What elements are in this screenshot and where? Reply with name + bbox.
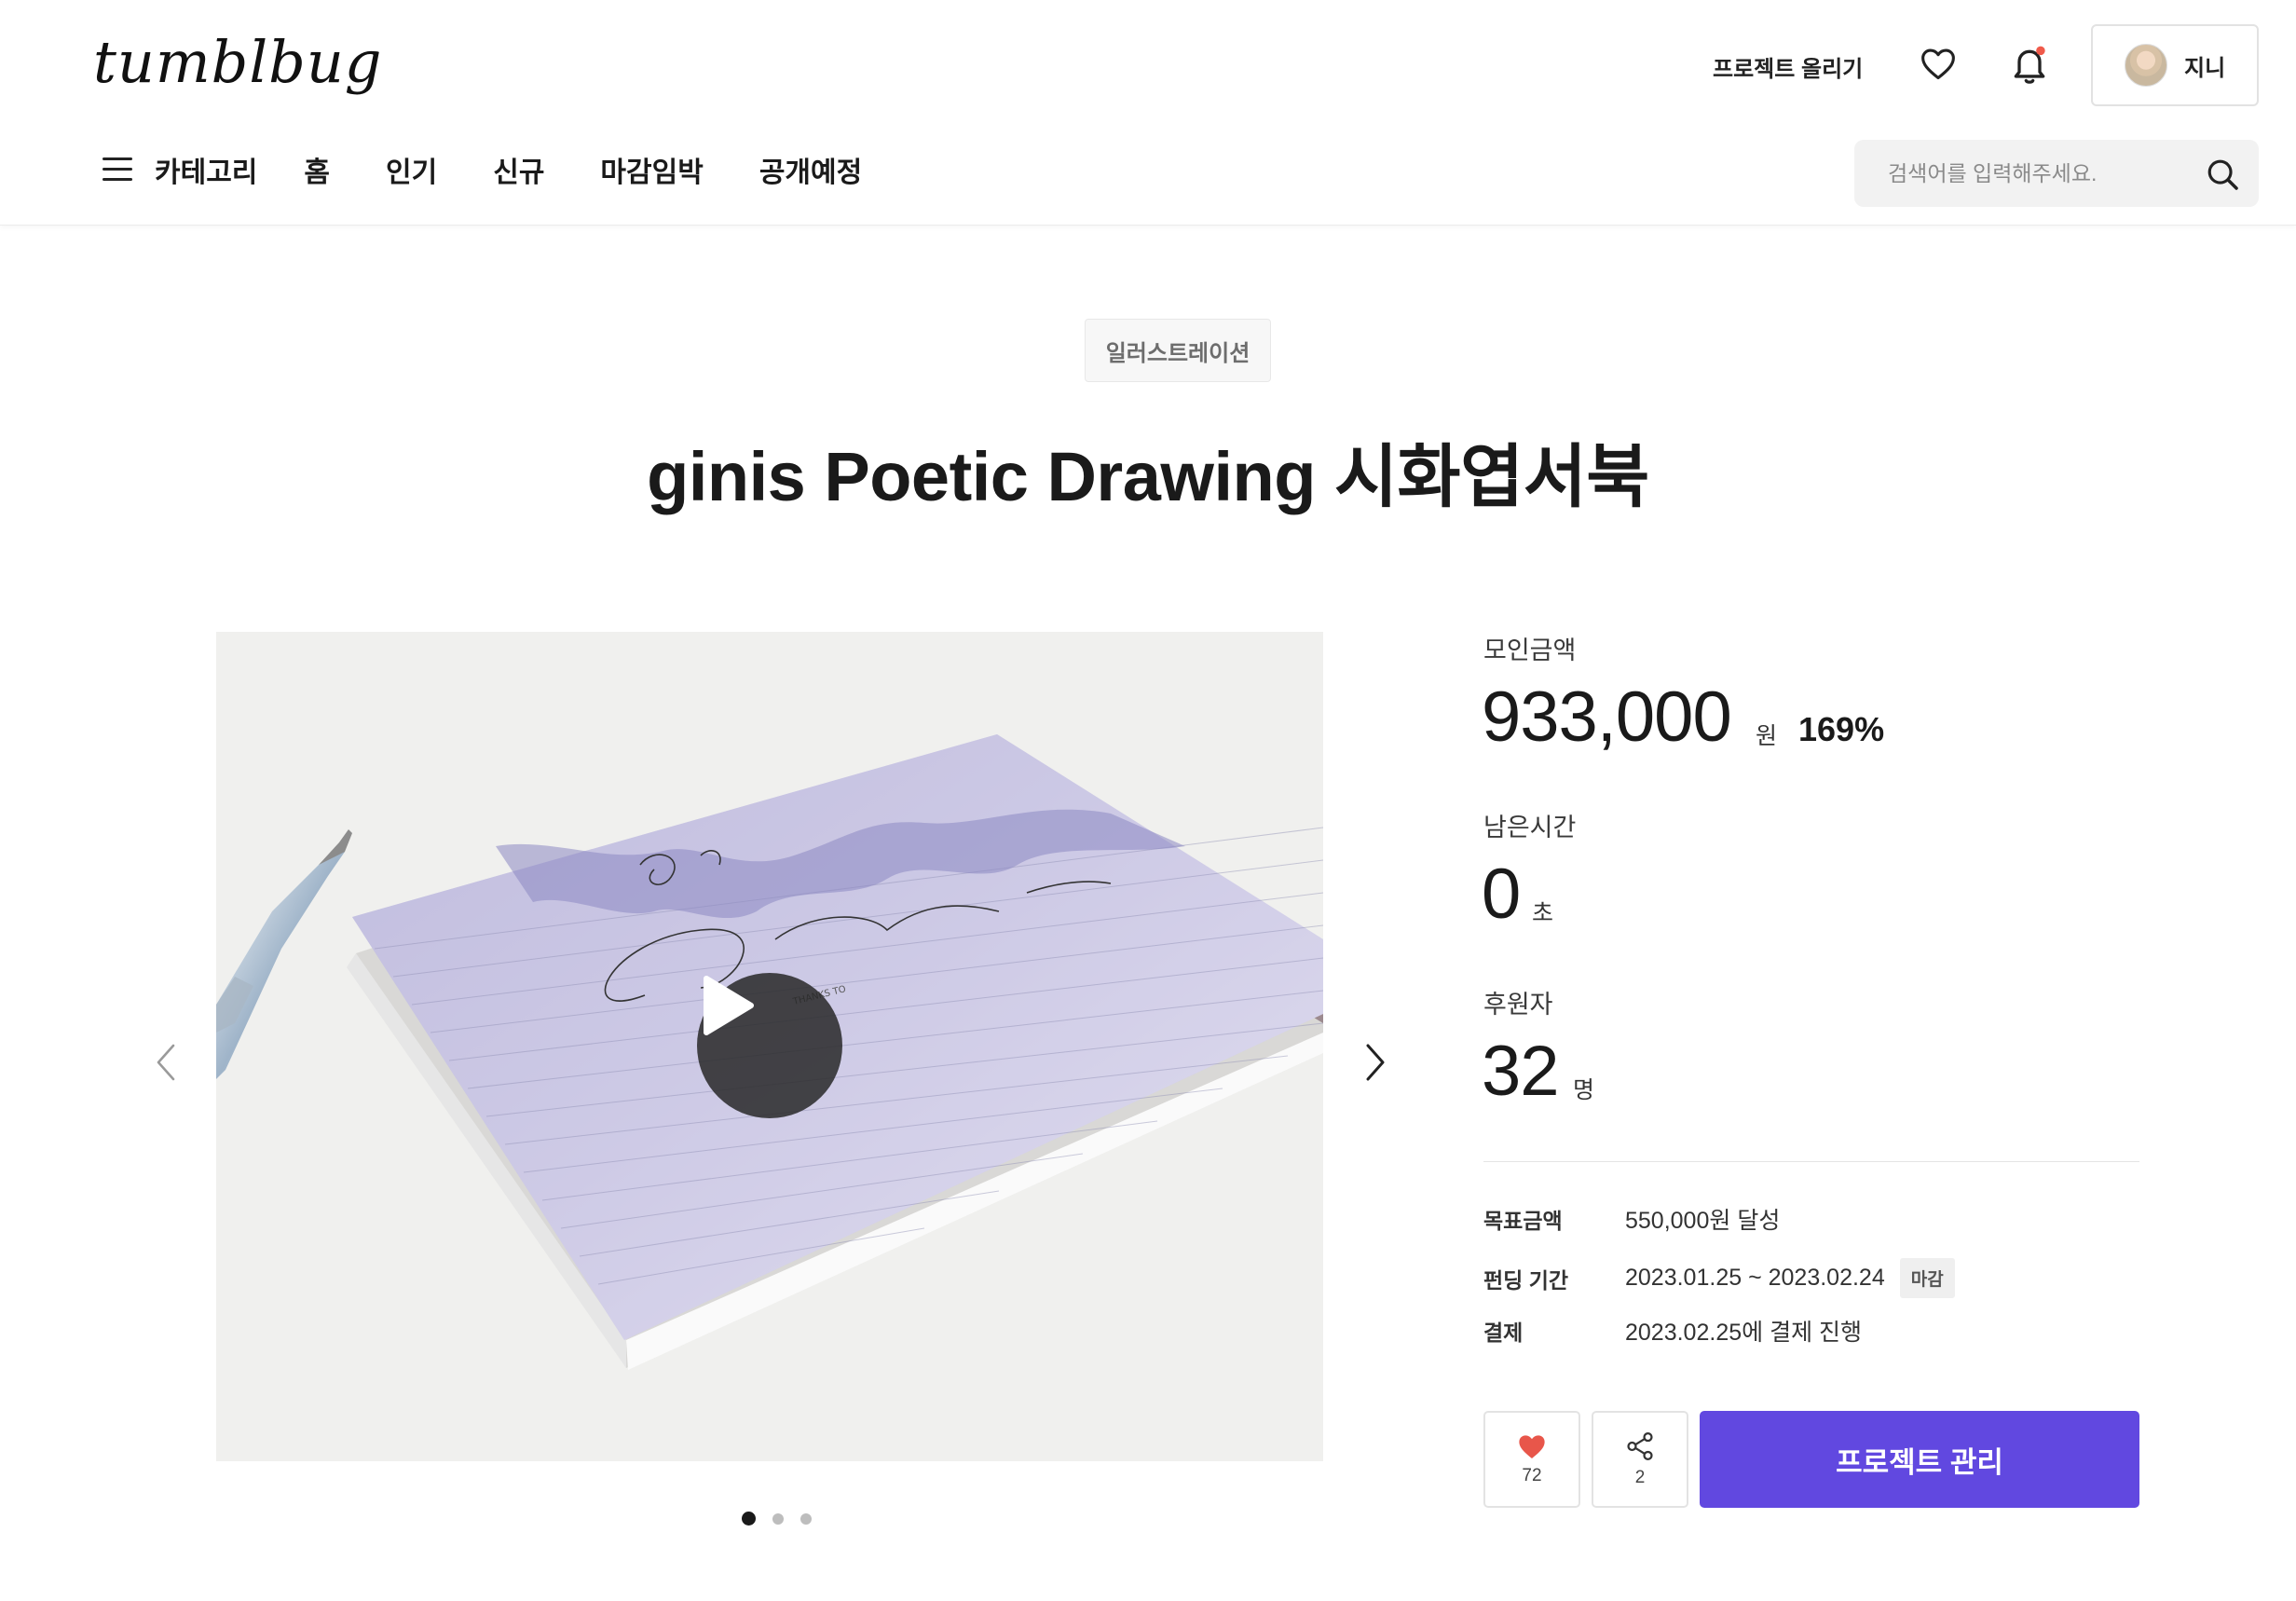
carousel-dot-2[interactable] — [772, 1512, 784, 1525]
search-input[interactable] — [1888, 160, 2186, 186]
like-count: 72 — [1522, 1466, 1542, 1485]
menu-icon[interactable] — [102, 157, 132, 182]
nav-category[interactable]: 카테고리 — [155, 149, 257, 190]
nav-upcoming[interactable]: 공개예정 — [759, 149, 862, 190]
carousel-dot-1[interactable] — [742, 1512, 756, 1526]
carousel-prev-button[interactable] — [147, 1034, 184, 1090]
time-left-unit: 초 — [1532, 900, 1554, 926]
funding-period-key: 펀딩 기간 — [1483, 1267, 1569, 1293]
notification-dot — [2036, 46, 2045, 56]
site-logo[interactable]: tumblbug — [93, 28, 382, 96]
carousel-next-button[interactable] — [1357, 1034, 1394, 1090]
main-nav: 카테고리 홈 인기 신규 마감임박 공개예정 — [102, 149, 862, 190]
chevron-left-icon — [157, 1044, 175, 1081]
project-media[interactable]: THANKS TO — [216, 632, 1323, 1461]
nav-closing-soon[interactable]: 마감임박 — [600, 149, 703, 190]
share-icon — [1627, 1431, 1653, 1461]
payment-value: 2023.02.25에 결제 진행 — [1625, 1320, 1863, 1346]
carousel-dot-3[interactable] — [800, 1512, 812, 1525]
bell-icon — [2014, 46, 2045, 84]
user-name: 지니 — [2184, 55, 2226, 81]
project-title: ginis Poetic Drawing 시화엽서북 — [647, 438, 1649, 515]
raised-unit: 원 — [1756, 723, 1778, 749]
goal-key: 목표금액 — [1483, 1209, 1563, 1233]
raised-percent: 169% — [1798, 710, 1885, 748]
payment-row: 결제 2023.02.25에 결제 진행 — [1483, 1314, 1862, 1348]
funding-period-row: 펀딩 기간 2023.01.25 ~ 2023.02.24 마감 — [1483, 1258, 1955, 1298]
share-button[interactable]: 2 — [1592, 1411, 1688, 1508]
funding-period-value: 2023.01.25 ~ 2023.02.24 — [1625, 1265, 1885, 1291]
nav-home[interactable]: 홈 — [304, 149, 330, 190]
search-bar — [1854, 140, 2259, 207]
notifications-button[interactable] — [2005, 41, 2054, 89]
goal-value: 550,000원 달성 — [1625, 1208, 1781, 1234]
search-icon[interactable] — [2205, 157, 2240, 192]
share-count: 2 — [1634, 1468, 1646, 1487]
raised-label: 모인금액 — [1483, 636, 1577, 664]
user-menu-button[interactable]: 지니 — [2091, 24, 2259, 106]
raised-amount: 933,000 — [1482, 677, 1732, 757]
chevron-right-icon — [1366, 1044, 1385, 1081]
backers-unit: 명 — [1573, 1077, 1595, 1103]
upload-project-link[interactable]: 프로젝트 올리기 — [1713, 50, 1863, 83]
site-header: tumblbug 프로젝트 올리기 지니 카테고리 홈 인기 신규 마감임박 공… — [0, 0, 2296, 226]
time-left-value: 0 — [1482, 855, 1521, 934]
closed-badge: 마감 — [1899, 1258, 1955, 1298]
backers-count: 32 — [1482, 1032, 1560, 1111]
manage-project-button[interactable]: 프로젝트 관리 — [1700, 1411, 2139, 1508]
category-chip[interactable]: 일러스트레이션 — [1085, 319, 1271, 382]
carousel-dots — [742, 1512, 812, 1526]
play-icon — [704, 976, 754, 1035]
avatar — [2125, 44, 2167, 87]
payment-key: 결제 — [1483, 1320, 1524, 1345]
nav-popular[interactable]: 인기 — [386, 149, 437, 190]
wishlist-button[interactable] — [1916, 41, 1961, 86]
heart-icon — [1921, 48, 1955, 80]
time-left-label: 남은시간 — [1483, 814, 1577, 842]
like-button[interactable]: 72 — [1483, 1411, 1580, 1508]
goal-row: 목표금액 550,000원 달성 — [1483, 1202, 1780, 1236]
play-video-button[interactable] — [697, 973, 842, 1118]
stats-divider — [1483, 1161, 2139, 1162]
heart-filled-icon — [1519, 1435, 1545, 1458]
backers-label: 후원자 — [1483, 991, 1553, 1019]
nav-new[interactable]: 신규 — [493, 149, 544, 190]
